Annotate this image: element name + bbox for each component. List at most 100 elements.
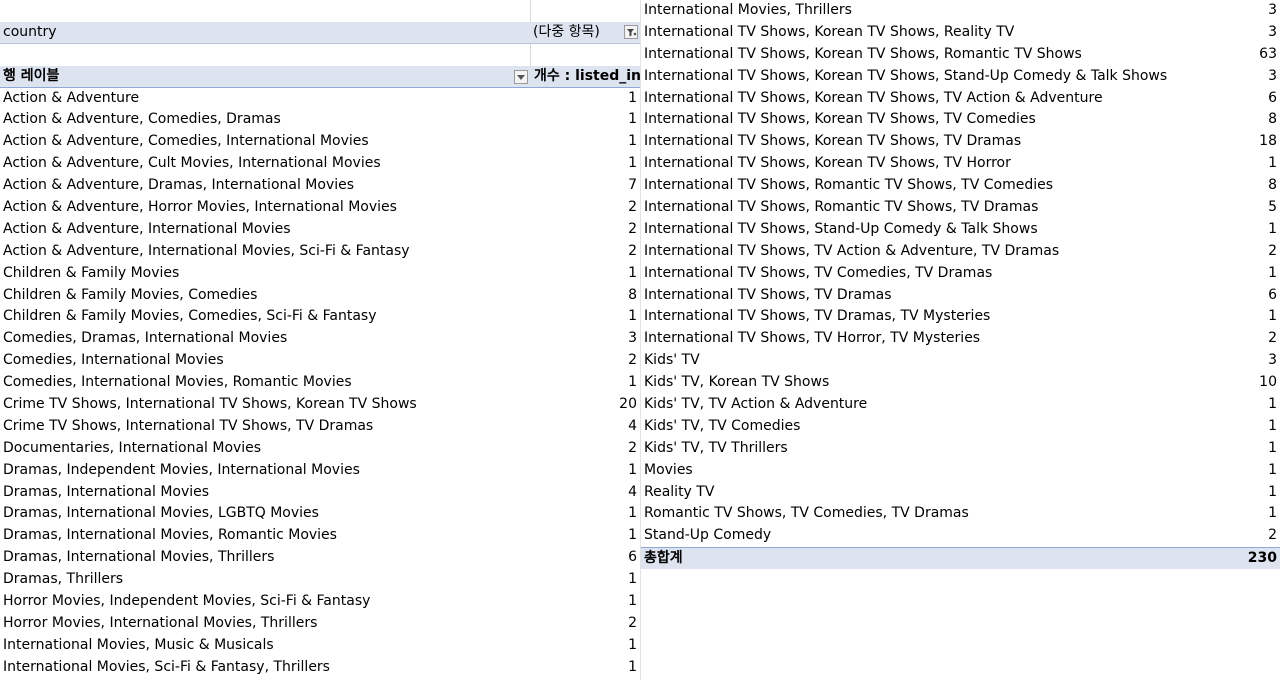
row-label: Action & Adventure, Dramas, Internationa…: [3, 177, 355, 194]
row-labels-dropdown-icon[interactable]: [514, 69, 528, 84]
row-label: Action & Adventure, International Movies…: [3, 242, 410, 259]
row-count: 1: [628, 133, 637, 150]
row-label: International TV Shows, TV Dramas: [644, 286, 892, 303]
row-count: 20: [619, 396, 637, 413]
pivot-row[interactable]: Action & Adventure 1: [0, 88, 640, 110]
row-count: 2: [628, 199, 637, 216]
pivot-row[interactable]: Action & Adventure, International Movies…: [0, 241, 640, 263]
pivot-row[interactable]: Documentaries, International Movies 2: [0, 438, 640, 460]
row-count: 1: [628, 374, 637, 391]
row-count: 1: [1268, 417, 1277, 434]
pivot-row[interactable]: Comedies, International Movies, Romantic…: [0, 372, 640, 394]
grand-total-value: 230: [1247, 550, 1277, 567]
row-count: 3: [1268, 67, 1277, 84]
pivot-row[interactable]: International TV Shows, Korean TV Shows,…: [641, 22, 1280, 44]
pivot-row[interactable]: Romantic TV Shows, TV Comedies, TV Drama…: [641, 503, 1280, 525]
row-label: Dramas, Thrillers: [3, 571, 124, 588]
row-count: 2: [628, 220, 637, 237]
row-labels-header: 행 레이블: [3, 67, 60, 84]
row-count: 1: [628, 571, 637, 588]
pivot-row[interactable]: Kids' TV, TV Comedies 1: [641, 416, 1280, 438]
row-label: Crime TV Shows, International TV Shows, …: [3, 417, 374, 434]
pivot-row[interactable]: International Movies, Sci-Fi & Fantasy, …: [0, 657, 640, 679]
pivot-row[interactable]: International TV Shows, Korean TV Shows,…: [641, 88, 1280, 110]
row-label: Documentaries, International Movies: [3, 439, 262, 456]
pivot-row[interactable]: International TV Shows, TV Comedies, TV …: [641, 263, 1280, 285]
pivot-row[interactable]: Dramas, Thrillers 1: [0, 569, 640, 591]
row-label: International TV Shows, Korean TV Shows,…: [644, 67, 1168, 84]
pivot-row[interactable]: International Movies, Thrillers 3: [641, 0, 1280, 22]
row-count: 2: [1268, 330, 1277, 347]
pivot-row[interactable]: Dramas, International Movies, Thrillers 6: [0, 547, 640, 569]
pivot-row[interactable]: International TV Shows, Stand-Up Comedy …: [641, 219, 1280, 241]
pivot-row[interactable]: International Movies, Music & Musicals 1: [0, 635, 640, 657]
row-count: 3: [1268, 352, 1277, 369]
row-count: 1: [1268, 155, 1277, 172]
pivot-row[interactable]: Dramas, International Movies, LGBTQ Movi…: [0, 503, 640, 525]
row-label: Stand-Up Comedy: [644, 527, 772, 544]
pivot-row[interactable]: International TV Shows, Romantic TV Show…: [641, 175, 1280, 197]
row-label: International TV Shows, Korean TV Shows,…: [644, 133, 1022, 150]
pivot-row[interactable]: Horror Movies, Independent Movies, Sci-F…: [0, 591, 640, 613]
right-rows-list: International Movies, Thrillers 3 Internat…: [641, 0, 1280, 547]
pivot-row[interactable]: Kids' TV 3: [641, 350, 1280, 372]
filter-field-label: country: [3, 23, 57, 40]
pivot-row[interactable]: Crime TV Shows, International TV Shows, …: [0, 416, 640, 438]
filter-value[interactable]: (다중 항목): [533, 22, 600, 44]
pivot-row[interactable]: International TV Shows, TV Action & Adve…: [641, 241, 1280, 263]
row-label: International TV Shows, Romantic TV Show…: [644, 199, 1039, 216]
row-label: Reality TV: [644, 483, 715, 500]
pivot-row[interactable]: Reality TV 1: [641, 482, 1280, 504]
pivot-row[interactable]: Kids' TV, TV Action & Adventure 1: [641, 394, 1280, 416]
row-label: Children & Family Movies, Comedies: [3, 286, 258, 303]
row-label: International Movies, Sci-Fi & Fantasy, …: [3, 658, 330, 675]
row-label: Kids' TV: [644, 352, 700, 369]
pivot-row[interactable]: Movies 1: [641, 460, 1280, 482]
row-count: 2: [628, 439, 637, 456]
pivot-row[interactable]: Comedies, Dramas, International Movies 3: [0, 328, 640, 350]
pivot-row[interactable]: Action & Adventure, Cult Movies, Interna…: [0, 153, 640, 175]
pivot-row[interactable]: International TV Shows, TV Dramas, TV My…: [641, 306, 1280, 328]
pivot-row[interactable]: International TV Shows, Korean TV Shows,…: [641, 153, 1280, 175]
pivot-row[interactable]: International TV Shows, Korean TV Shows,…: [641, 44, 1280, 66]
pivot-row[interactable]: International TV Shows, Korean TV Shows,…: [641, 131, 1280, 153]
pivot-row[interactable]: Crime TV Shows, International TV Shows, …: [0, 394, 640, 416]
row-label: Kids' TV, TV Action & Adventure: [644, 396, 868, 413]
row-label: Horror Movies, International Movies, Thr…: [3, 614, 318, 631]
pivot-row[interactable]: Dramas, Independent Movies, Internationa…: [0, 460, 640, 482]
pivot-row[interactable]: Stand-Up Comedy 2: [641, 525, 1280, 547]
pivot-row[interactable]: Children & Family Movies, Comedies, Sci-…: [0, 306, 640, 328]
row-count: 1: [628, 593, 637, 610]
pivot-row[interactable]: International TV Shows, TV Dramas 6: [641, 285, 1280, 307]
filter-icon[interactable]: [624, 24, 638, 39]
pivot-row[interactable]: International TV Shows, TV Horror, TV My…: [641, 328, 1280, 350]
pivot-row[interactable]: Action & Adventure, Horror Movies, Inter…: [0, 197, 640, 219]
pivot-row[interactable]: Children & Family Movies, Comedies 8: [0, 285, 640, 307]
row-label: International TV Shows, Korean TV Shows,…: [644, 155, 1011, 172]
pivot-row[interactable]: International TV Shows, Romantic TV Show…: [641, 197, 1280, 219]
grand-total-row: 총합계 230: [641, 547, 1280, 570]
row-label: International TV Shows, Korean TV Shows,…: [644, 111, 1036, 128]
pivot-row[interactable]: Kids' TV, Korean TV Shows 10: [641, 372, 1280, 394]
left-rows-list: Action & Adventure 1 Action & Adventure, C…: [0, 88, 640, 679]
pivot-row[interactable]: Kids' TV, TV Thrillers 1: [641, 438, 1280, 460]
pivot-row[interactable]: Action & Adventure, Comedies, Dramas 1: [0, 109, 640, 131]
pivot-row[interactable]: Action & Adventure, Dramas, Internationa…: [0, 175, 640, 197]
pivot-row[interactable]: International TV Shows, Korean TV Shows,…: [641, 109, 1280, 131]
pivot-row[interactable]: International TV Shows, Korean TV Shows,…: [641, 66, 1280, 88]
row-label: International TV Shows, TV Horror, TV My…: [644, 330, 981, 347]
row-count: 6: [1268, 89, 1277, 106]
pivot-row[interactable]: Dramas, International Movies 4: [0, 482, 640, 504]
row-count: 6: [628, 549, 637, 566]
row-count: 1: [628, 155, 637, 172]
row-label: Kids' TV, TV Thrillers: [644, 439, 788, 456]
row-label: Dramas, International Movies, Thrillers: [3, 549, 275, 566]
pivot-row[interactable]: Action & Adventure, International Movies…: [0, 219, 640, 241]
pivot-row[interactable]: Action & Adventure, Comedies, Internatio…: [0, 131, 640, 153]
pivot-row[interactable]: Children & Family Movies 1: [0, 263, 640, 285]
pivot-row[interactable]: Horror Movies, International Movies, Thr…: [0, 613, 640, 635]
row-count: 1: [628, 89, 637, 106]
pivot-right-pane: International Movies, Thrillers 3 Internat…: [640, 0, 1280, 680]
pivot-row[interactable]: Comedies, International Movies 2: [0, 350, 640, 372]
pivot-row[interactable]: Dramas, International Movies, Romantic M…: [0, 525, 640, 547]
